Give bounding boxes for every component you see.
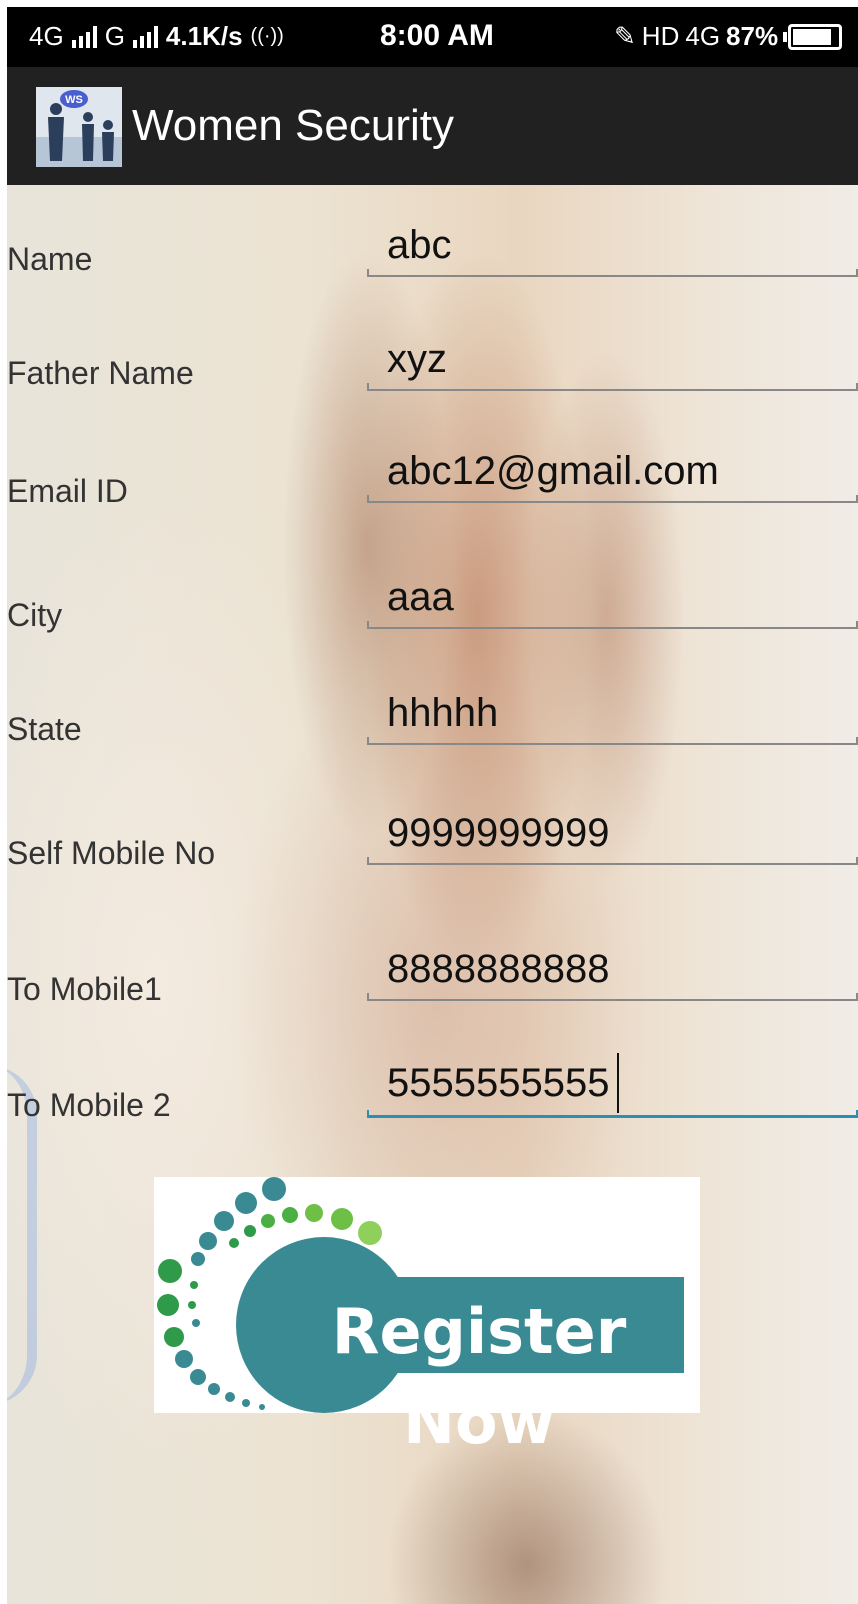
father-name-row: Father Name: [7, 329, 858, 429]
father-name-input[interactable]: [367, 329, 858, 389]
father-name-label: Father Name: [7, 355, 194, 391]
self-mobile-label: Self Mobile No: [7, 835, 216, 871]
signal-bars-icon: [71, 25, 97, 48]
hotspot-icon: ((·)): [250, 25, 284, 47]
email-underline: [367, 495, 858, 503]
email-label: Email ID: [7, 473, 128, 509]
clock: 8:00 AM: [380, 19, 494, 52]
to-mobile2-label: To Mobile 2: [7, 1087, 171, 1123]
state-underline: [367, 737, 858, 745]
name-row: Name: [7, 215, 858, 315]
email-input[interactable]: [367, 441, 858, 501]
father-name-underline: [367, 383, 858, 391]
network-speed: 4.1K/s: [165, 21, 243, 51]
email-row: Email ID: [7, 441, 858, 541]
mute-icon: ✎: [614, 21, 636, 51]
app-bar: WS Women Security: [7, 67, 858, 185]
battery-icon: [783, 23, 843, 50]
battery-fill: [793, 28, 832, 45]
to-mobile1-underline: [367, 993, 858, 1001]
state-input[interactable]: [367, 683, 858, 743]
self-mobile-input[interactable]: [367, 803, 858, 863]
battery-percent: 87%: [726, 21, 779, 51]
to-mobile2-row: To Mobile 2: [7, 1053, 858, 1153]
city-underline: [367, 621, 858, 629]
app-screen: 4G G 4.1K/s ((·)) 8:00 AM ✎ HD 4G 87% WS…: [7, 7, 858, 1604]
self-mobile-underline: [367, 857, 858, 865]
city-label: City: [7, 597, 63, 633]
name-label: Name: [7, 241, 93, 277]
city-input[interactable]: [367, 567, 858, 627]
to-mobile2-input[interactable]: [367, 1053, 858, 1113]
status-left: 4G G 4.1K/s ((·)): [29, 21, 284, 52]
register-now-button[interactable]: Register Now: [154, 1177, 700, 1458]
app-logo-icon: WS: [36, 87, 122, 167]
status-bar: 4G G 4.1K/s ((·)) 8:00 AM ✎ HD 4G 87%: [7, 7, 858, 67]
network-type-1: 4G: [29, 21, 64, 51]
register-now-label: Register Now: [331, 1295, 627, 1458]
state-row: State: [7, 683, 858, 783]
network-type-3: 4G: [685, 21, 721, 51]
to-mobile1-input[interactable]: [367, 939, 858, 999]
text-cursor: [617, 1053, 619, 1113]
name-underline: [367, 269, 858, 277]
city-row: City: [7, 567, 858, 667]
state-label: State: [7, 711, 82, 747]
registration-form: Name Father Name Email ID City State Sel…: [7, 185, 858, 1604]
hd-indicator: HD: [641, 21, 680, 51]
network-type-2: G: [104, 21, 125, 51]
to-mobile2-underline: [367, 1110, 858, 1118]
logo-text: WS: [65, 94, 83, 106]
name-input[interactable]: [367, 215, 858, 275]
self-mobile-row: Self Mobile No: [7, 803, 858, 903]
status-right: ✎ HD 4G 87%: [614, 21, 843, 52]
to-mobile1-label: To Mobile1: [7, 971, 162, 1007]
app-title: Women Security: [132, 101, 454, 150]
to-mobile1-row: To Mobile1: [7, 939, 858, 1039]
signal-bars-icon-2: [132, 25, 158, 48]
